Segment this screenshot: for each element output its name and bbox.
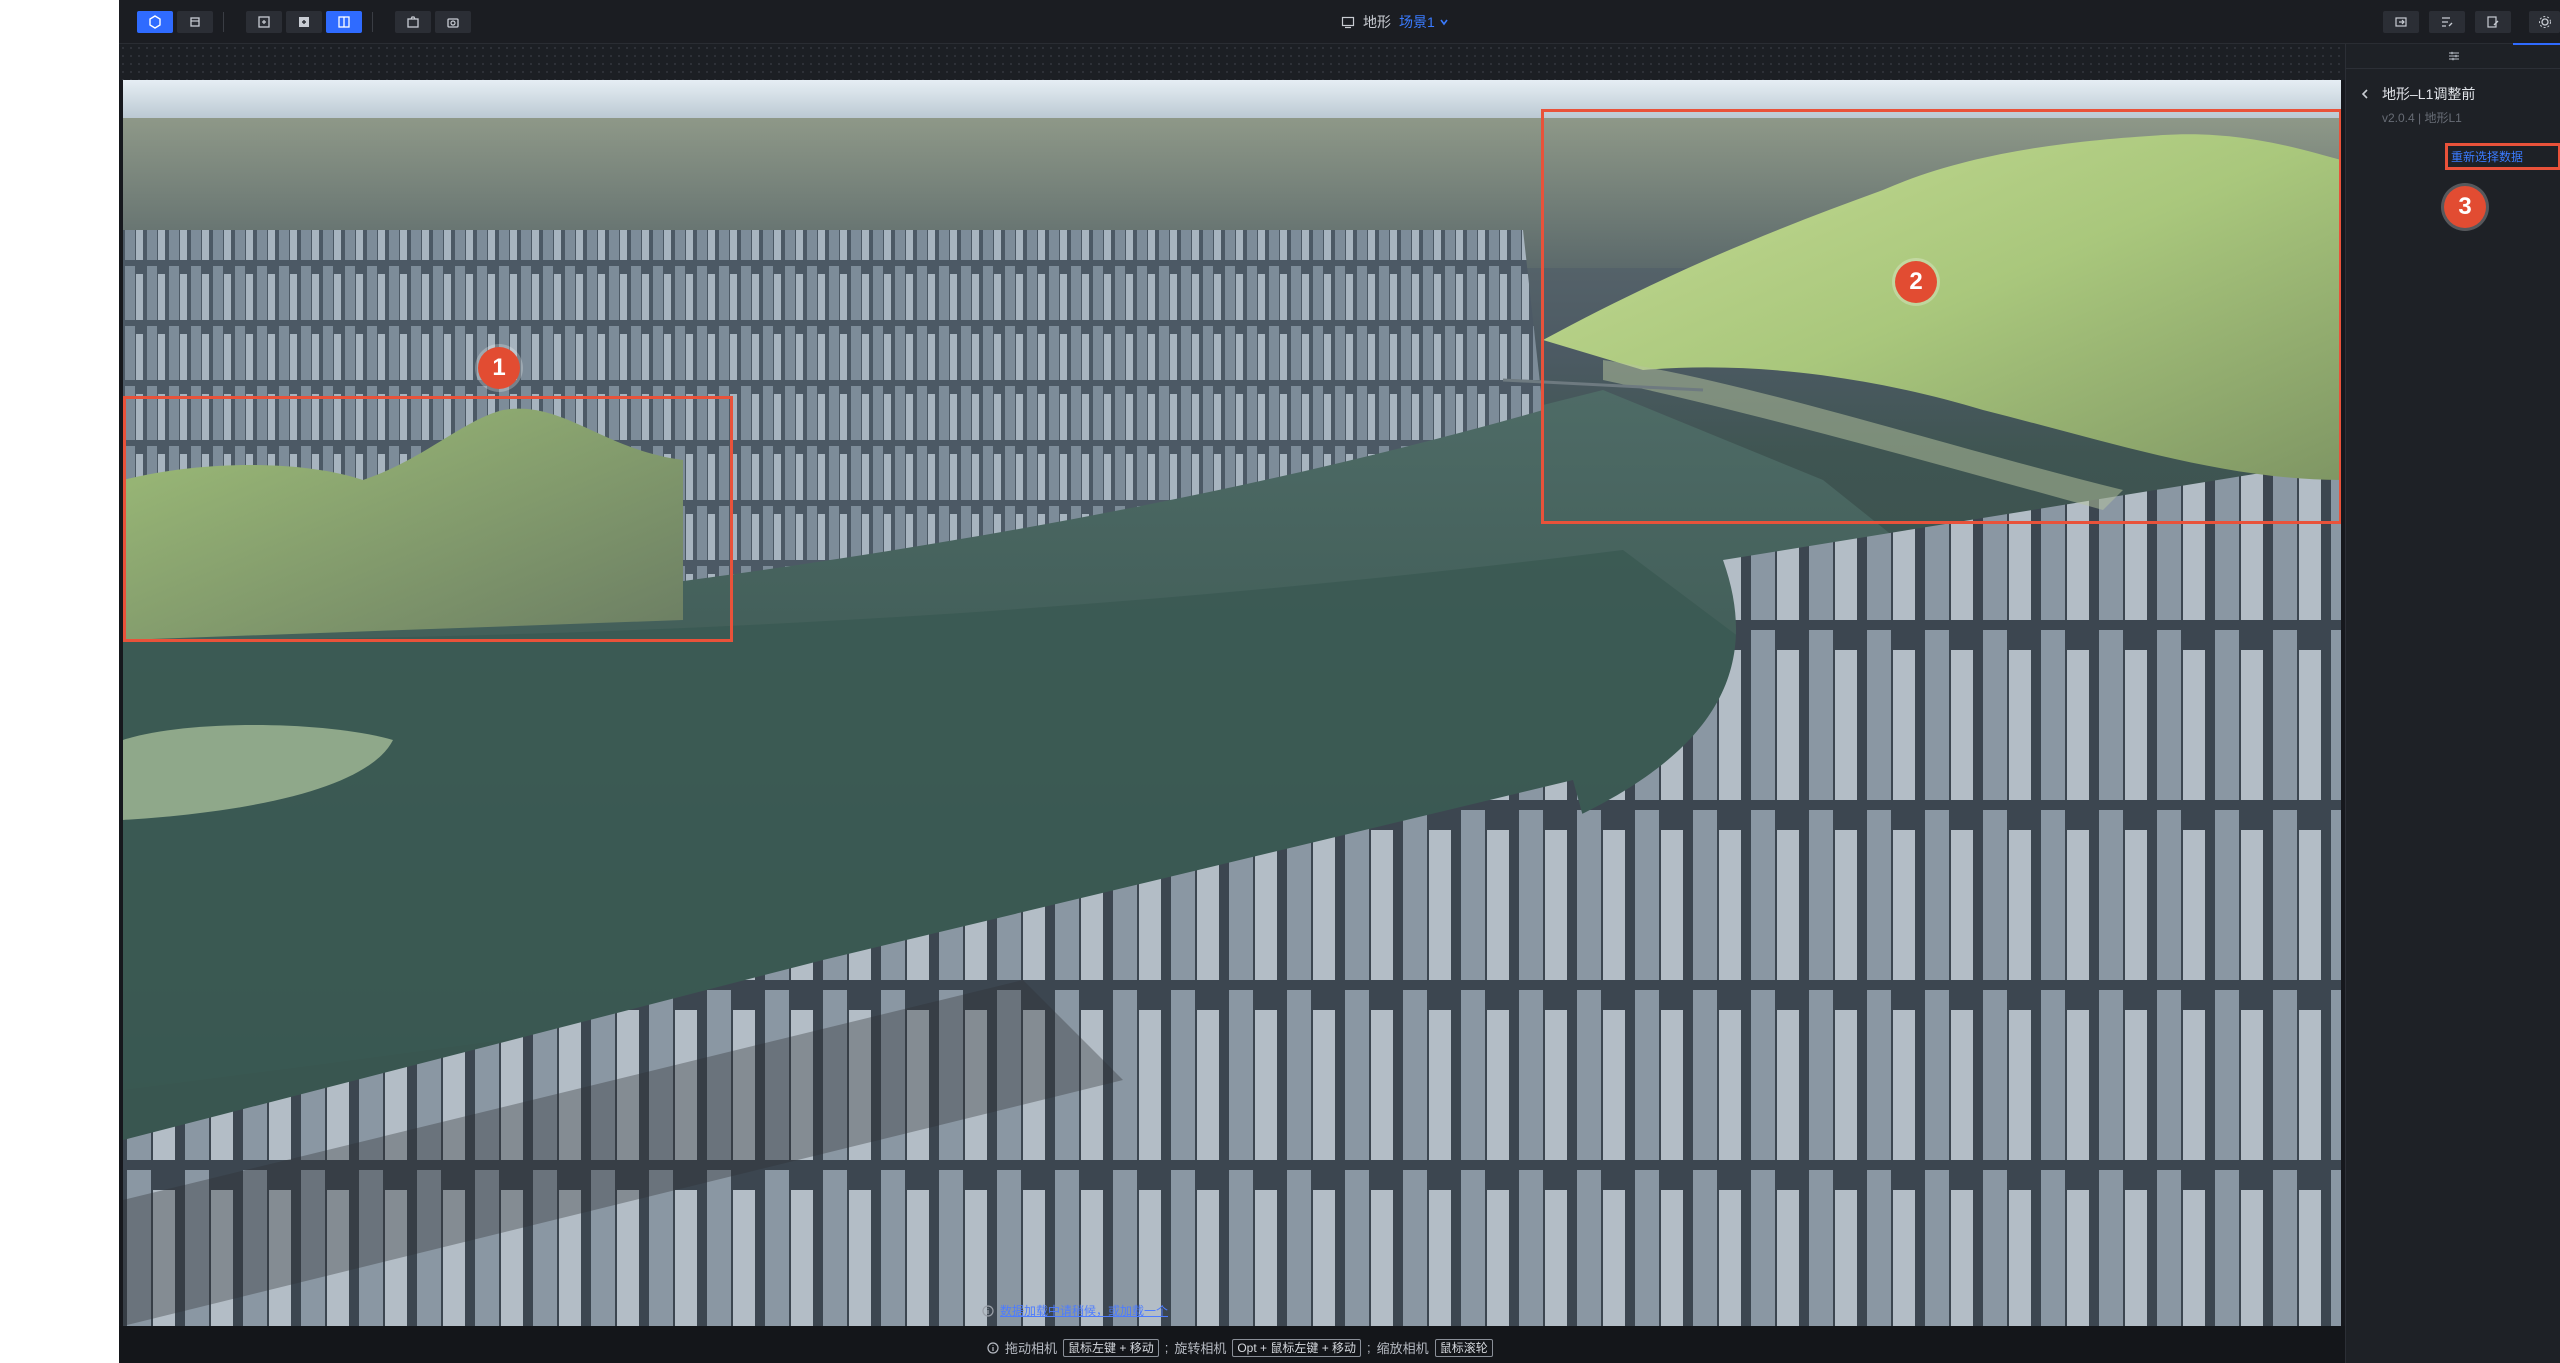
zoom-hint-keys: 鼠标滚轮 <box>1434 1338 1493 1357</box>
layer-button[interactable] <box>246 11 282 33</box>
top-toolbar: 地形 场景1 <box>119 0 2560 44</box>
select-tool-button[interactable] <box>137 11 173 33</box>
scene-name: 场景1 <box>1399 14 1435 30</box>
camera-hint-bar: 拖动相机 鼠标左键 + 移动 ; 旋转相机 Opt + 鼠标左键 + 移动 ; … <box>119 1326 2345 1363</box>
layer-title: 地形–L1调整前 <box>2382 86 2476 102</box>
add-layer-button[interactable] <box>286 11 322 33</box>
annotation-marker-2: 2 <box>1895 261 1937 303</box>
hand-tool-button[interactable] <box>177 11 213 33</box>
scene-icon <box>1341 16 1355 29</box>
export-button[interactable] <box>2383 11 2419 33</box>
camera-icon <box>447 18 459 28</box>
edit-doc-icon <box>2487 16 2499 28</box>
capture-icon <box>407 16 419 28</box>
annotation-box-1 <box>123 396 733 642</box>
panel-title: 地形–L1调整前 <box>2360 84 2475 104</box>
zoom-hint-label: 缩放相机 <box>1376 1341 1429 1356</box>
annotation-marker-1: 1 <box>478 347 520 389</box>
add-layer-icon <box>299 17 309 27</box>
app-window: 地形 场景1 1 2 数据加载中请稍候，或加载一个 拖动相机 鼠标左键 + 移动… <box>119 0 2560 1363</box>
list-edit-icon <box>2442 17 2453 27</box>
hand-icon <box>190 17 200 27</box>
edit-doc-button[interactable] <box>2475 11 2511 33</box>
toolbar-separator <box>372 12 373 32</box>
scene-title: 地形 场景1 <box>1341 11 1449 33</box>
scene-selector[interactable]: 场景1 <box>1399 12 1449 32</box>
export-icon <box>2395 17 2407 27</box>
split-view-icon <box>338 16 350 28</box>
camera-button[interactable] <box>435 11 471 33</box>
toolbar-separator <box>223 12 224 32</box>
settings-icon <box>2538 16 2551 28</box>
select-icon <box>149 15 161 29</box>
info-icon <box>982 1304 994 1317</box>
reselect-data-button[interactable]: 重新选择数据 <box>2451 148 2523 165</box>
rotate-hint-label: 旋转相机 <box>1174 1341 1227 1356</box>
chevron-down-icon <box>1440 19 1448 26</box>
capture-button[interactable] <box>395 11 431 33</box>
camera-hints: 拖动相机 鼠标左键 + 移动 ; 旋转相机 Opt + 鼠标左键 + 移动 ; … <box>987 1338 1493 1357</box>
hint-separator: ; <box>1367 1340 1371 1355</box>
loading-warning: 数据加载中请稍候，或加载一个 <box>982 1302 1168 1319</box>
pan-hint-label: 拖动相机 <box>1005 1341 1058 1356</box>
panel-tab-indicator <box>2513 43 2560 45</box>
rotate-hint-keys: Opt + 鼠标左键 + 移动 <box>1232 1338 1362 1357</box>
pan-hint-keys: 鼠标左键 + 移动 <box>1063 1338 1159 1357</box>
list-edit-button[interactable] <box>2429 11 2465 33</box>
canvas-ruler <box>119 44 2345 80</box>
sliders-icon[interactable] <box>2447 49 2461 63</box>
hint-separator: ; <box>1164 1340 1169 1355</box>
info-icon <box>987 1341 999 1354</box>
settings-button[interactable] <box>2529 11 2560 33</box>
back-chevron-icon[interactable] <box>2360 88 2370 100</box>
split-view-button[interactable] <box>326 11 362 33</box>
panel-header <box>2346 43 2560 69</box>
annotation-box-2 <box>1541 109 2341 524</box>
layer-icon <box>258 16 270 28</box>
3d-viewport[interactable]: 1 2 <box>123 80 2341 1326</box>
annotation-marker-3: 3 <box>2444 186 2486 228</box>
properties-panel: 地形–L1调整前 v2.0.4 | 地形L1 重新选择数据 3 <box>2345 43 2560 1363</box>
scene-type-label: 地形 <box>1363 14 1391 30</box>
layer-subtitle: v2.0.4 | 地形L1 <box>2382 111 2462 125</box>
